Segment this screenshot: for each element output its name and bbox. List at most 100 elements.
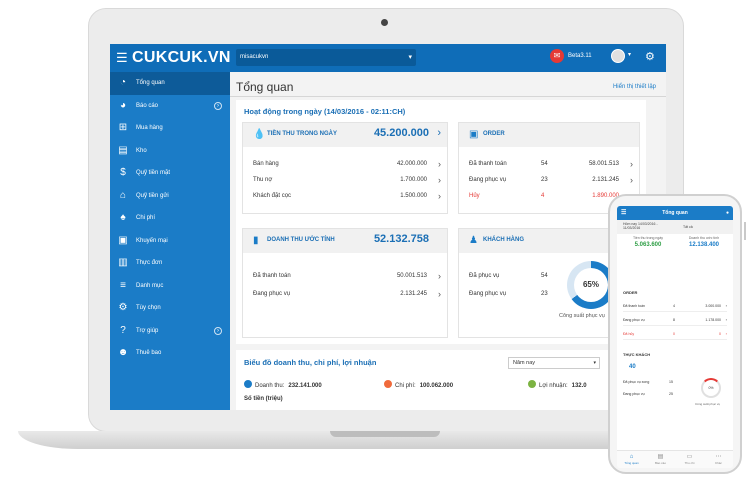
avatar[interactable] [611, 49, 625, 63]
list-item[interactable]: Khách đặt cọc 1.500.000 › [253, 191, 441, 205]
legend-value: 132.0 [571, 383, 587, 389]
row-value: 2.131.245 [592, 177, 619, 183]
sidebar-item-subscription[interactable]: ☻ Thuê bao [110, 342, 230, 365]
list-item[interactable]: Thu nợ 1.700.000 › [253, 175, 441, 189]
row-label: Đang phục vụ [469, 291, 507, 297]
donut-label: 65% [574, 268, 608, 302]
sidebar-item-catalog[interactable]: ≡ Danh mục [110, 275, 230, 298]
sidebar-item-label: Tùy chọn [136, 305, 161, 311]
sidebar-item-help[interactable]: ? Trợ giúp › [110, 320, 230, 343]
list-item[interactable]: Bán hàng 42.000.000 › [253, 159, 441, 173]
expense-icon: ♠ [120, 212, 126, 223]
sidebar-item-reports[interactable]: ◕ Báo cáo › [110, 95, 230, 118]
sidebar-item-label: Quỹ tiền gửi [136, 192, 169, 199]
list-item[interactable]: Đã thanh toán 4 3.000.000 › [623, 302, 727, 312]
chevron-right-icon[interactable]: › [437, 127, 441, 139]
revenue-today-card[interactable]: 💧 TIỀN THU TRONG NGÀY 45.200.000 › Bán h… [242, 122, 448, 214]
sidebar-item-menu[interactable]: ▥ Thực đơn [110, 252, 230, 275]
card-header: ▮ DOANH THU ƯỚC TÍNH 52.132.758 [243, 229, 447, 253]
sidebar-item-expenses[interactable]: ♠ Chi phí [110, 207, 230, 230]
stat-estimated-revenue[interactable]: Doanh thu ước tính 12.138.400 [677, 236, 731, 248]
tab-reports[interactable]: ▤ Báo cáo [646, 454, 675, 465]
list-item[interactable]: Đang phục vụ 25 [623, 390, 689, 400]
sidebar-item-promotions[interactable]: ▣ Khuyến mại [110, 230, 230, 253]
list-item[interactable]: Đã hủy 0 0 › [623, 330, 727, 340]
row-label: Bán hàng [253, 161, 279, 167]
list-item[interactable]: Đã thanh toán 54 58.001.513 › [469, 159, 633, 173]
sidebar-item-options[interactable]: ⚙ Tùy chọn [110, 297, 230, 320]
expand-icon[interactable]: › [214, 326, 222, 335]
legend-label: Chi phí: [395, 383, 416, 389]
donut-caption: Công suất phục vụ [559, 313, 605, 319]
phone-tab-bar: ⌂ Tổng quan ▤ Báo cáo ▭ Thu chi ⋯ Khác [617, 450, 733, 468]
card-value: 52.132.758 [373, 233, 429, 245]
legend-dot [528, 380, 536, 388]
hamburger-icon[interactable]: ☰ [116, 51, 128, 64]
sidebar-item-dashboard[interactable]: ◔ Tổng quan [110, 72, 230, 95]
phone-header: ☰ Tổng quan ● [617, 206, 733, 220]
app-logo[interactable]: CUKCUK.VN [132, 49, 231, 67]
list-item[interactable]: Đã thanh toán 50.001.513 › [253, 271, 441, 285]
list-item[interactable]: Đang phục vụ 8 1.178.000 › [623, 316, 727, 326]
legend-revenue: Doanh thu: 232.141.000 [244, 380, 322, 389]
branch-filter[interactable]: Tất cả [683, 225, 693, 229]
page-title: Tổng quan [236, 80, 294, 94]
sidebar-item-label: Khuyến mại [136, 237, 168, 244]
phone-stats: Tiền thu trong ngày 5.063.600 Doanh thu … [617, 236, 733, 260]
phone-filter-bar[interactable]: Hôm nay 14/03/2016 - 11/03/2016 Tất cả [617, 220, 733, 234]
phone-side-button [744, 222, 746, 240]
chart-unit: Số tiền (triệu) [244, 396, 283, 402]
list-icon: ≡ [120, 279, 126, 291]
warehouse-icon: ▤ [118, 144, 128, 156]
legend-value: 232.141.000 [288, 383, 322, 389]
hamburger-icon[interactable]: ☰ [621, 206, 626, 220]
sidebar-item-warehouse[interactable]: ▤ Kho [110, 140, 230, 163]
row-count: 4 [541, 193, 545, 199]
tab-more[interactable]: ⋯ Khác [704, 454, 733, 465]
report-icon: ▤ [657, 454, 664, 460]
stat-label: Tiền thu trong ngày [632, 236, 664, 240]
list-item[interactable]: Hủy41.890.000› [469, 191, 633, 205]
tab-overview[interactable]: ⌂ Tổng quan [617, 454, 646, 465]
sidebar-item-label: Thuê bao [136, 350, 162, 356]
phone-device: ☰ Tổng quan ● Hôm nay 14/03/2016 - 11/03… [608, 194, 742, 474]
gear-icon: ⚙ [118, 302, 128, 313]
more-icon: ⋯ [715, 454, 722, 460]
sidebar-item-cash[interactable]: $ Quỹ tiền mặt [110, 162, 230, 185]
period-value: Năm nay [513, 360, 536, 366]
expand-icon[interactable]: › [214, 101, 222, 110]
row-label: Đã phục vụ [469, 273, 500, 279]
chevron-down-icon[interactable]: ▾ [628, 51, 631, 58]
stat-revenue-today[interactable]: Tiền thu trong ngày 5.063.600 [621, 236, 675, 248]
activity-panel: Hoạt động trong ngày (14/03/2016 - 02:11… [236, 100, 646, 344]
settings-icon[interactable]: ⚙ [645, 50, 655, 63]
list-item[interactable]: Đang phục vụ 2.131.245 › [253, 289, 441, 303]
sidebar-item-label: Thực đơn [136, 260, 163, 266]
row-label: Đang phục vụ [623, 318, 645, 322]
stat-label: Doanh thu ước tính [688, 236, 720, 240]
row-count: 23 [541, 291, 548, 297]
customize-link[interactable]: Hiển thị thiết lập [613, 84, 656, 90]
estimated-revenue-card[interactable]: ▮ DOANH THU ƯỚC TÍNH 52.132.758 Đã thanh… [242, 228, 448, 338]
bell-icon[interactable]: ● [726, 206, 729, 220]
top-bar: ☰ CUKCUK.VN misacukvn ▾ ✉ Beta3.11 ▾ ⚙ [110, 44, 666, 72]
list-item[interactable]: Đang phục vụ 23 2.131.245 › [469, 175, 633, 189]
row-label: Đã thanh toán [253, 273, 291, 279]
row-value: 50.001.513 [396, 273, 427, 279]
sidebar-item-purchasing[interactable]: ⊞ Mua hàng [110, 117, 230, 140]
branch-select[interactable]: misacukvn ▾ [236, 49, 416, 66]
period-select[interactable]: Năm nay ▾ [508, 357, 600, 369]
sidebar-item-label: Tổng quan [136, 80, 165, 86]
card-title: ORDER [483, 131, 505, 137]
date-filter[interactable]: Hôm nay 14/03/2016 - 11/03/2016 [623, 222, 673, 230]
order-icon: ▣ [469, 129, 479, 140]
sidebar-item-deposits[interactable]: ⌂ Quỹ tiền gửi [110, 185, 230, 208]
username[interactable]: Beta3.11 [568, 53, 592, 59]
list-item[interactable]: Đã phục vụ xong 15 [623, 378, 689, 388]
chat-icon[interactable]: ✉ [550, 49, 564, 63]
tab-cashflow[interactable]: ▭ Thu chi [675, 454, 704, 465]
legend-profit: Lợi nhuận: 132.0 [528, 380, 587, 389]
row-label: Thu nợ [253, 177, 273, 183]
card-header: ▣ ORDER [459, 123, 639, 147]
row-label: Đang phục vụ [253, 291, 291, 297]
